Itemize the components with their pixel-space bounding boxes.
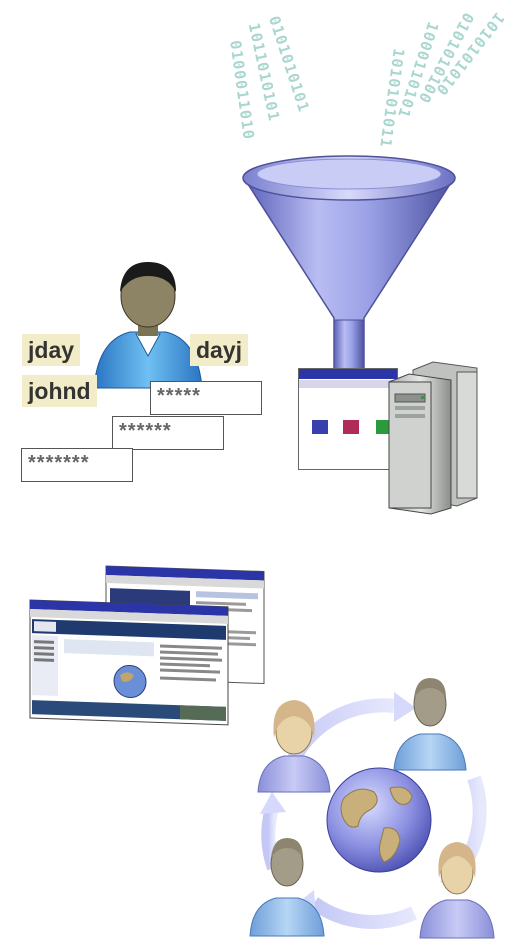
server-icon — [388, 361, 478, 515]
username-label: johnd — [22, 375, 97, 407]
user-icon — [257, 700, 331, 793]
user-icon — [393, 678, 467, 771]
user-icon — [419, 842, 495, 939]
username-label: jday — [22, 334, 81, 366]
globe-icon — [249, 678, 495, 939]
user-icon — [249, 838, 325, 937]
username-label: dayj — [190, 334, 249, 366]
browser-window-icon — [298, 368, 398, 470]
browser-window-icon — [29, 565, 265, 726]
user-icon — [93, 262, 203, 389]
password-field: ****** — [112, 416, 224, 450]
password-field: ******* — [21, 448, 133, 482]
funnel-icon — [242, 155, 456, 377]
password-field: ***** — [150, 381, 262, 415]
